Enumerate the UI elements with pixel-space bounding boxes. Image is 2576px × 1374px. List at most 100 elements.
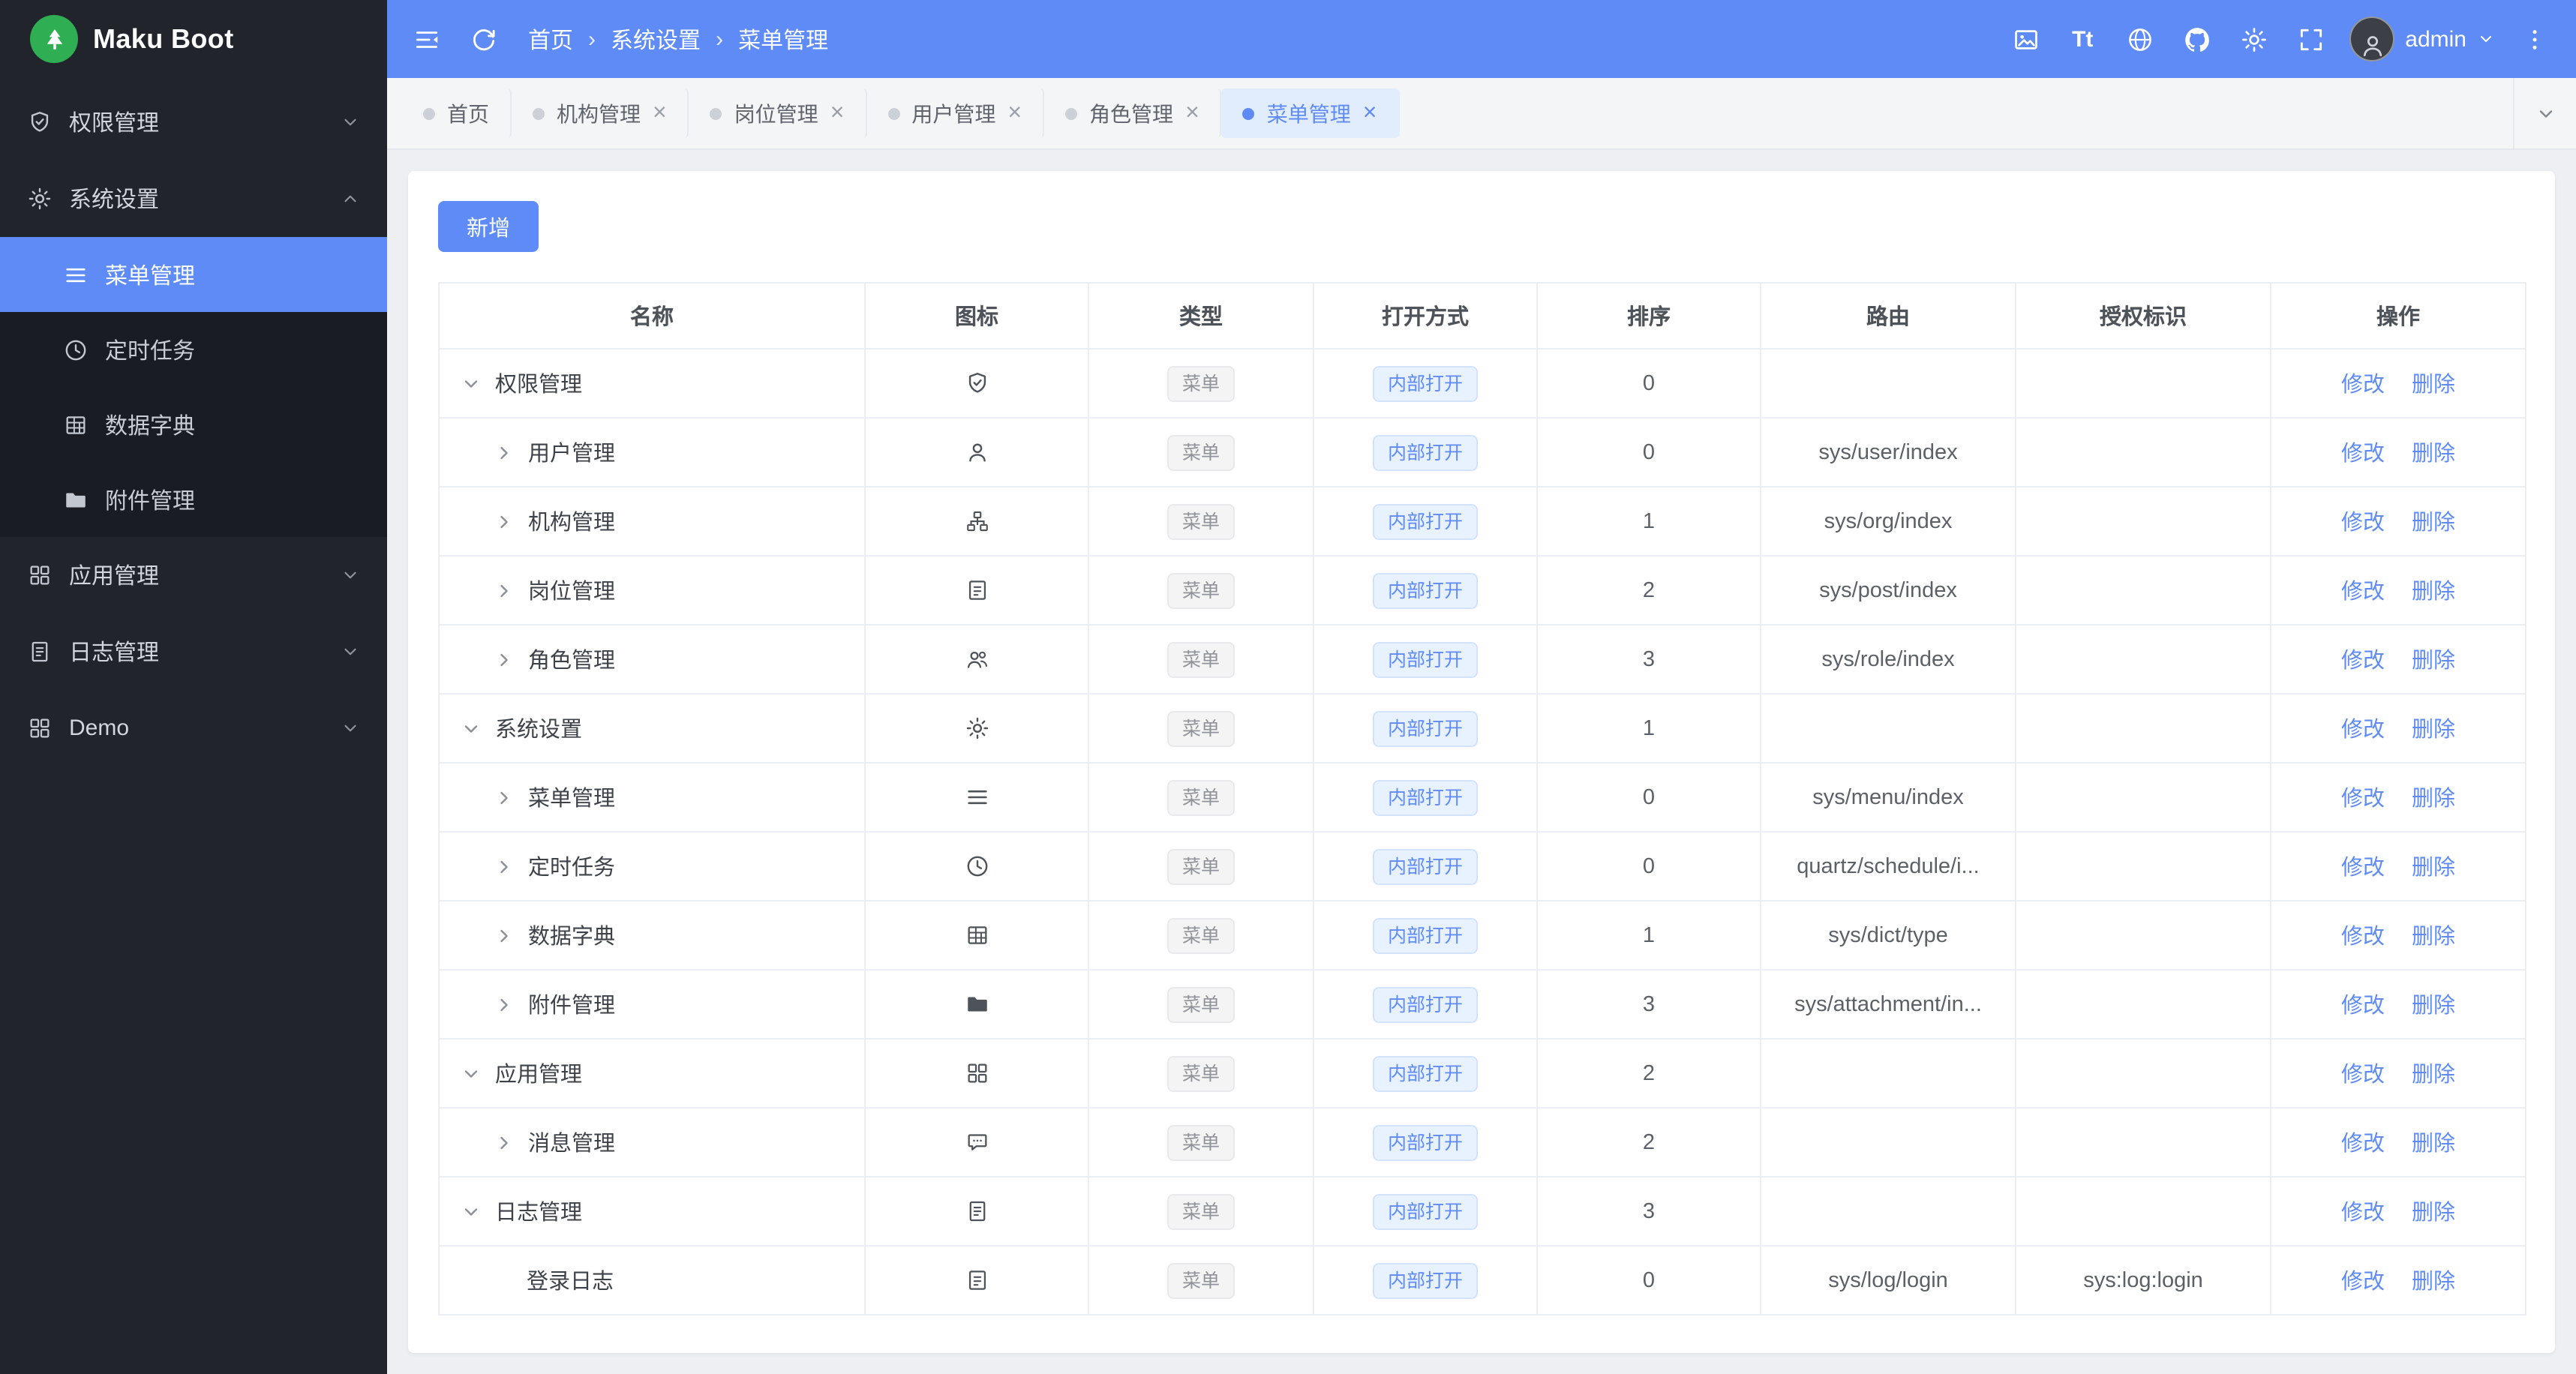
sidebar-item-apps[interactable]: 应用管理 bbox=[0, 537, 387, 614]
delete-link[interactable]: 删除 bbox=[2412, 718, 2455, 742]
delete-link[interactable]: 删除 bbox=[2412, 1270, 2455, 1294]
collapse-sidebar-button[interactable] bbox=[399, 12, 453, 66]
delete-link[interactable]: 删除 bbox=[2412, 650, 2455, 674]
collapse-icon[interactable] bbox=[461, 373, 485, 394]
tab-role[interactable]: 角色管理 × bbox=[1044, 88, 1222, 138]
delete-link[interactable]: 删除 bbox=[2412, 580, 2455, 604]
edit-link[interactable]: 修改 bbox=[2341, 788, 2385, 812]
refresh-button[interactable] bbox=[456, 12, 510, 66]
expand-icon[interactable] bbox=[494, 925, 518, 946]
type-cell: 菜单 bbox=[1088, 1245, 1314, 1316]
more-button[interactable] bbox=[2507, 12, 2561, 66]
tab-user[interactable]: 用户管理 × bbox=[866, 88, 1045, 138]
route-value bbox=[1760, 348, 2016, 418]
edit-link[interactable]: 修改 bbox=[2341, 1132, 2385, 1156]
sidebar-item-schedule[interactable]: 定时任务 bbox=[0, 312, 387, 387]
sidebar-item-permission[interactable]: 权限管理 bbox=[0, 84, 387, 160]
edit-link[interactable]: 修改 bbox=[2341, 926, 2385, 950]
sort-value: 0 bbox=[1536, 417, 1761, 488]
collapse-icon[interactable] bbox=[461, 1201, 485, 1222]
edit-link[interactable]: 修改 bbox=[2341, 374, 2385, 398]
top-header: 首页 › 系统设置 › 菜单管理 Tt admin bbox=[387, 0, 2576, 78]
row-icon-cell bbox=[864, 348, 1089, 418]
sidebar-item-dict[interactable]: 数据字典 bbox=[0, 387, 387, 462]
tab-home[interactable]: 首页 bbox=[402, 88, 512, 138]
delete-link[interactable]: 删除 bbox=[2412, 926, 2455, 950]
edit-link[interactable]: 修改 bbox=[2341, 994, 2385, 1018]
close-icon[interactable]: × bbox=[1363, 100, 1377, 125]
app-logo[interactable]: Maku Boot bbox=[0, 0, 387, 78]
edit-link[interactable]: 修改 bbox=[2341, 718, 2385, 742]
image-button[interactable] bbox=[1998, 12, 2052, 66]
column-header: 类型 bbox=[1088, 282, 1314, 350]
tab-org[interactable]: 机构管理 × bbox=[512, 88, 689, 138]
edit-link[interactable]: 修改 bbox=[2341, 856, 2385, 880]
user-menu[interactable]: admin bbox=[2349, 16, 2495, 62]
expand-icon[interactable] bbox=[494, 1132, 518, 1153]
fullscreen-button[interactable] bbox=[2283, 12, 2337, 66]
delete-link[interactable]: 删除 bbox=[2412, 856, 2455, 880]
collapse-icon[interactable] bbox=[461, 718, 485, 739]
github-button[interactable] bbox=[2169, 12, 2223, 66]
language-button[interactable] bbox=[2112, 12, 2166, 66]
close-icon[interactable]: × bbox=[653, 100, 667, 125]
settings-button[interactable] bbox=[2226, 12, 2280, 66]
route-value: sys/role/index bbox=[1760, 624, 2016, 694]
tab-menu[interactable]: 菜单管理 × bbox=[1221, 88, 1400, 138]
expand-icon[interactable] bbox=[494, 511, 518, 532]
font-size-icon: Tt bbox=[2072, 26, 2094, 52]
edit-link[interactable]: 修改 bbox=[2341, 1270, 2385, 1294]
add-button[interactable]: 新增 bbox=[438, 201, 539, 252]
edit-link[interactable]: 修改 bbox=[2341, 650, 2385, 674]
row-actions: 修改 删除 bbox=[2270, 624, 2526, 694]
sidebar-item-menu[interactable]: 菜单管理 bbox=[0, 237, 387, 312]
table-row: 附件管理 菜单 内部打开 3 sys/attachment/in... 修改 删除 bbox=[438, 969, 2526, 1040]
delete-link[interactable]: 删除 bbox=[2412, 512, 2455, 536]
expand-icon[interactable] bbox=[494, 649, 518, 670]
expand-icon[interactable] bbox=[494, 580, 518, 601]
tabs-dropdown-button[interactable] bbox=[2513, 78, 2576, 148]
row-icon-cell bbox=[864, 900, 1089, 970]
type-tag: 菜单 bbox=[1166, 434, 1235, 470]
sidebar-item-system[interactable]: 系统设置 bbox=[0, 160, 387, 237]
settings-icon bbox=[2239, 25, 2268, 53]
expand-icon[interactable] bbox=[494, 442, 518, 463]
chevron-up-icon bbox=[341, 189, 360, 208]
row-icon-cell bbox=[864, 555, 1089, 626]
row-actions: 修改 删除 bbox=[2270, 762, 2526, 832]
sidebar-item-logs[interactable]: 日志管理 bbox=[0, 614, 387, 690]
edit-link[interactable]: 修改 bbox=[2341, 442, 2385, 466]
type-tag: 菜单 bbox=[1166, 779, 1235, 815]
edit-link[interactable]: 修改 bbox=[2341, 580, 2385, 604]
breadcrumb-item[interactable]: 首页 bbox=[528, 23, 573, 55]
close-icon[interactable]: × bbox=[1185, 100, 1199, 125]
sidebar-item-demo[interactable]: Demo bbox=[0, 690, 387, 766]
expand-icon[interactable] bbox=[494, 994, 518, 1015]
delete-link[interactable]: 删除 bbox=[2412, 994, 2455, 1018]
menu-name: 消息管理 bbox=[528, 1132, 615, 1156]
delete-link[interactable]: 删除 bbox=[2412, 1064, 2455, 1088]
breadcrumb-item[interactable]: 系统设置 bbox=[611, 23, 701, 55]
expand-icon[interactable] bbox=[494, 856, 518, 877]
tab-post[interactable]: 岗位管理 × bbox=[689, 88, 867, 138]
open-type-cell: 内部打开 bbox=[1313, 624, 1538, 694]
delete-link[interactable]: 删除 bbox=[2412, 1132, 2455, 1156]
expand-icon[interactable] bbox=[494, 787, 518, 808]
main-content: 新增 名称 图标 类型 打开方式 排序 路由 授权标识 操作 权限管理 菜单 内部打开 0 修改 删除用… bbox=[387, 150, 2576, 1374]
edit-link[interactable]: 修改 bbox=[2341, 512, 2385, 536]
delete-link[interactable]: 删除 bbox=[2412, 788, 2455, 812]
delete-link[interactable]: 删除 bbox=[2412, 374, 2455, 398]
edit-link[interactable]: 修改 bbox=[2341, 1202, 2385, 1226]
edit-link[interactable]: 修改 bbox=[2341, 1064, 2385, 1088]
delete-link[interactable]: 删除 bbox=[2412, 442, 2455, 466]
collapse-icon[interactable] bbox=[461, 1063, 485, 1084]
close-icon[interactable]: × bbox=[1007, 100, 1022, 125]
delete-link[interactable]: 删除 bbox=[2412, 1202, 2455, 1226]
type-tag: 菜单 bbox=[1166, 1193, 1235, 1229]
close-icon[interactable]: × bbox=[830, 100, 845, 125]
font-size-button[interactable]: Tt bbox=[2055, 12, 2109, 66]
breadcrumb-separator: › bbox=[588, 26, 596, 52]
route-value: sys/attachment/in... bbox=[1760, 969, 2016, 1040]
open-type-tag: 内部打开 bbox=[1372, 572, 1478, 608]
sidebar-item-attachment[interactable]: 附件管理 bbox=[0, 462, 387, 537]
